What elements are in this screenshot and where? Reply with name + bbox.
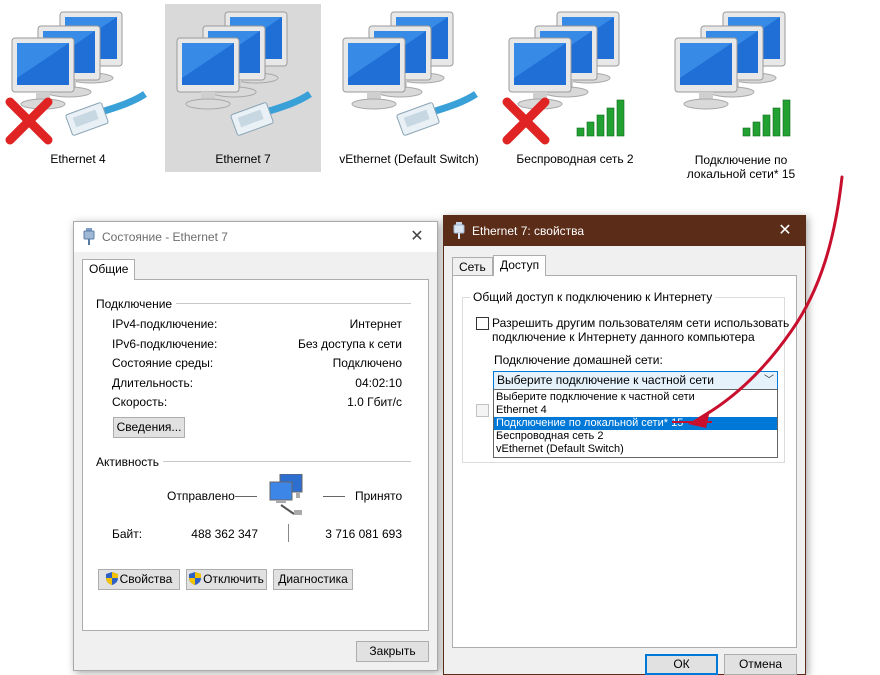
close-button-label: Закрыть	[369, 644, 416, 658]
allow-share-label-line1: Разрешить другим пользователям сети испо…	[492, 316, 790, 330]
bytes-separator	[288, 524, 289, 542]
home-network-combobox[interactable]: Выберите подключение к частной сети ﹀	[493, 371, 778, 390]
computer-network-icon	[502, 11, 625, 145]
computer-network-icon	[674, 11, 791, 137]
sent-label: Отправлено	[167, 489, 235, 503]
section-activity-title: Активность	[96, 455, 164, 469]
details-button-label: Сведения...	[116, 420, 182, 434]
dropdown-option[interactable]: Беспроводная сеть 2	[494, 430, 777, 443]
adapter-tile[interactable]: Беспроводная сеть 2	[497, 4, 653, 172]
computer-network-icon	[342, 11, 478, 136]
bytes-label: Байт:	[112, 527, 143, 541]
adapter-label: Ethernet 4	[50, 152, 106, 166]
dropdown-option[interactable]: Ethernet 4	[494, 404, 777, 417]
properties-window-title: Ethernet 7: свойства	[472, 224, 585, 238]
tab-general-label: Общие	[89, 262, 129, 276]
diagnose-button-label: Диагностика	[278, 572, 348, 586]
tab-general[interactable]: Общие	[82, 259, 136, 280]
close-button[interactable]: Закрыть	[356, 641, 429, 662]
tab-sharing-label: Доступ	[500, 258, 540, 272]
dropdown-option[interactable]: Выберите подключение к частной сети	[494, 391, 777, 404]
adapter-tile[interactable]: Подключение по локальной сети* 15	[663, 4, 819, 181]
status-row-label: IPv4-подключение:	[112, 317, 218, 331]
properties-window-titlebar[interactable]: Ethernet 7: свойства ✕	[444, 216, 805, 246]
home-network-label: Подключение домашней сети:	[494, 353, 663, 367]
bytes-sent-value: 488 362 347	[191, 527, 258, 541]
close-icon[interactable]: ✕	[397, 222, 437, 252]
status-window: Состояние - Ethernet 7 ✕ Общие Подключен…	[73, 221, 438, 671]
cancel-button-label: Отмена	[738, 657, 783, 671]
ethernet-cable-icon	[230, 91, 312, 136]
network-activity-icon	[269, 474, 303, 515]
received-dash	[323, 496, 345, 497]
properties-button-label: Свойства	[119, 572, 173, 586]
properties-button[interactable]: Свойства	[98, 569, 180, 590]
status-row-value: 1.0 Гбит/с	[347, 395, 402, 409]
uac-shield-icon	[105, 572, 118, 585]
status-row-value: 04:02:10	[355, 375, 402, 390]
adapter-label: Ethernet 7	[215, 152, 271, 166]
diagnose-button[interactable]: Диагностика	[273, 569, 353, 590]
adapter-tile[interactable]: vEthernet (Default Switch)	[331, 4, 487, 172]
status-window-title: Состояние - Ethernet 7	[102, 230, 228, 244]
adapter-tile[interactable]: Ethernet 4	[0, 4, 156, 172]
status-row-label: Состояние среды:	[112, 356, 214, 370]
tab-network-label: Сеть	[459, 260, 486, 274]
cancel-button[interactable]: Отмена	[724, 654, 797, 675]
chevron-down-icon: ﹀	[764, 375, 774, 386]
close-icon[interactable]: ✕	[765, 216, 805, 246]
received-label: Принято	[355, 489, 403, 503]
status-row-label: IPv6-подключение:	[112, 336, 218, 351]
divider	[171, 303, 411, 304]
dropdown-option[interactable]: Подключение по локальной сети* 15	[494, 417, 777, 430]
adapter-label: Подключение по локальной сети* 15	[663, 153, 819, 181]
divider	[163, 461, 411, 462]
disabled-checkbox	[476, 404, 489, 417]
disable-button-label: Отключить	[203, 572, 264, 586]
home-network-dropdown-list: Выберите подключение к частной сети Ether…	[493, 389, 778, 458]
status-row-value: Интернет	[349, 317, 402, 331]
ethernet-cable-icon	[396, 91, 478, 136]
properties-window: Ethernet 7: свойства ✕ Сеть Доступ Общий…	[443, 215, 806, 675]
status-row-label: Длительность:	[112, 375, 194, 390]
adapter-label-line2: локальной сети* 15	[686, 167, 796, 181]
computer-network-icon	[176, 11, 312, 136]
adapter-label: vEthernet (Default Switch)	[339, 152, 479, 166]
status-row-value: Подключено	[332, 356, 402, 370]
allow-share-label-line2: подключение к Интернету данного компьюте…	[492, 330, 755, 344]
disable-button[interactable]: Отключить	[186, 569, 267, 590]
combo-selected-value: Выберите подключение к частной сети	[497, 373, 714, 387]
section-connection-title: Подключение	[96, 297, 177, 311]
allow-share-checkbox[interactable]	[476, 317, 489, 330]
ethernet-cable-icon	[65, 91, 147, 136]
sharing-group-title: Общий доступ к подключению к Интернету	[470, 290, 716, 304]
status-row-value: Без доступа к сети	[298, 336, 402, 351]
dropdown-option[interactable]: vEthernet (Default Switch)	[494, 443, 777, 456]
bytes-received-value: 3 716 081 693	[325, 527, 402, 541]
adapter-label-line1: Подключение по	[694, 153, 788, 167]
uac-shield-icon	[189, 572, 202, 585]
adapter-label: Беспроводная сеть 2	[516, 152, 634, 166]
network-plug-icon	[83, 228, 95, 245]
status-panel: Подключение IPv4-подключение: Интернет IPv…	[82, 279, 429, 631]
computer-network-icon	[5, 11, 147, 145]
wifi-signal-icon	[576, 99, 625, 137]
status-row-label: Скорость:	[112, 395, 168, 409]
network-plug-icon	[453, 222, 465, 239]
status-window-titlebar[interactable]: Состояние - Ethernet 7 ✕	[74, 222, 437, 252]
tab-network[interactable]: Сеть	[452, 257, 493, 276]
adapter-tile[interactable]: Ethernet 7	[165, 4, 321, 172]
wifi-signal-icon	[742, 99, 791, 137]
ok-button[interactable]: ОК	[645, 654, 718, 675]
details-button[interactable]: Сведения...	[113, 417, 185, 438]
ok-button-label: ОК	[673, 657, 690, 671]
sharing-panel: Общий доступ к подключению к Интернету Р…	[452, 275, 797, 648]
sent-dash	[235, 496, 257, 497]
tab-sharing[interactable]: Доступ	[493, 255, 547, 276]
